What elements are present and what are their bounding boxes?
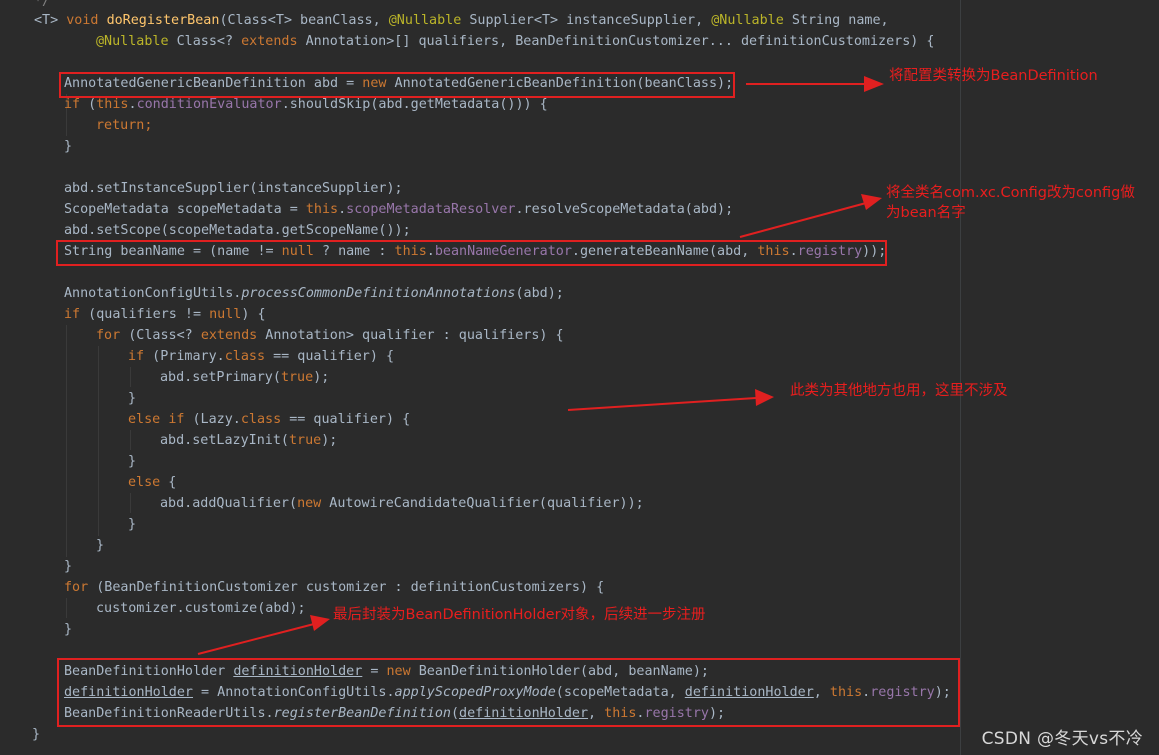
- csdn-watermark: CSDN @冬天vs不冷: [981, 729, 1143, 749]
- annotation-note-not-covered: 此类为其他地方也用，这里不涉及: [790, 383, 1008, 399]
- arrow-to-note1: [746, 76, 884, 92]
- arrow-to-note2: [739, 194, 882, 238]
- arrow-to-note4: [197, 615, 330, 655]
- annotation-note-bean-name: 将全类名com.xc.Config改为config做 为bean名字: [886, 183, 1135, 223]
- annotation-note-line: 为bean名字: [886, 205, 966, 221]
- annotation-arrows: [197, 76, 884, 655]
- annotation-note-convert: 将配置类转换为BeanDefinition: [889, 68, 1098, 84]
- code-editor[interactable]: */ <T> void doRegisterBean(Class<T> bean…: [0, 0, 1159, 755]
- arrow-to-note3: [567, 389, 774, 411]
- annotation-note-line: 将全类名com.xc.Config改为config做: [886, 185, 1135, 201]
- annotation-note-holder: 最后封装为BeanDefinitionHolder对象，后续进一步注册: [333, 607, 706, 623]
